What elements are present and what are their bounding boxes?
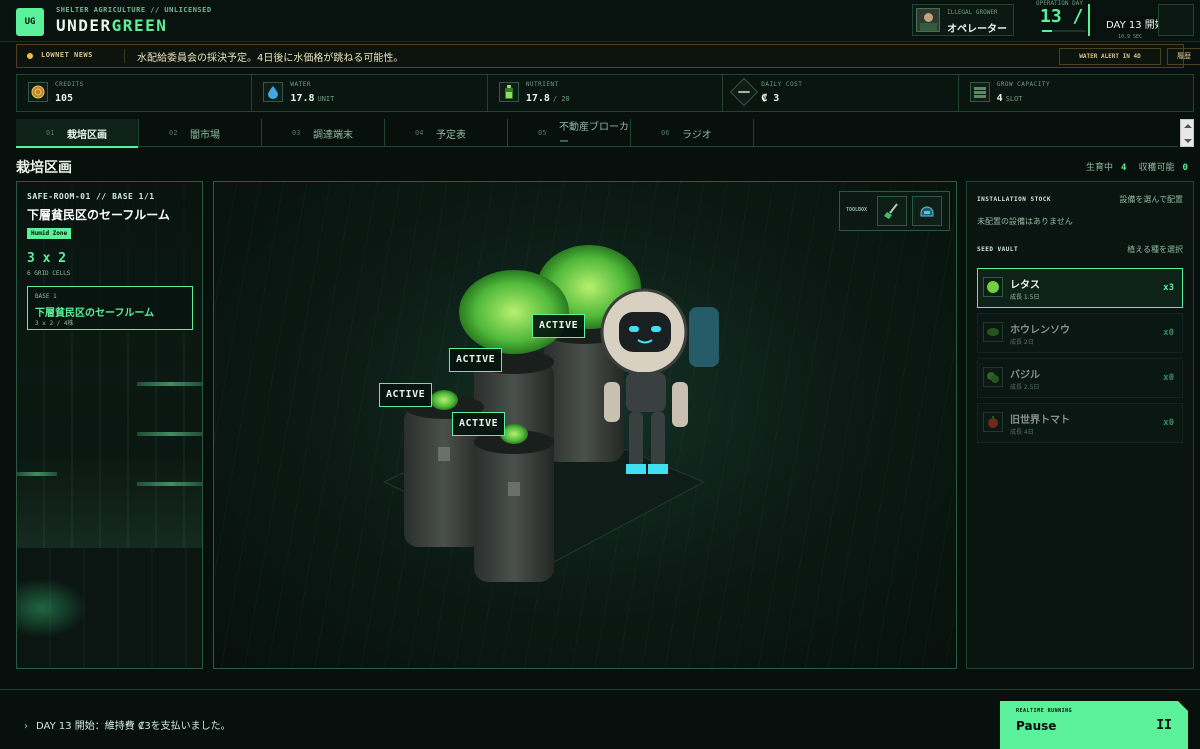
water-value: 17.8 UNIT xyxy=(290,93,335,104)
pod-status-chip: ACTIVE xyxy=(532,314,586,338)
brand-part-b: GREEN xyxy=(111,16,168,35)
pause-icon: II xyxy=(1156,718,1172,733)
run-mode-label: REALTIME RUNNING xyxy=(1016,708,1073,714)
credits-value: 105 xyxy=(55,93,74,104)
room-name: 下層貧民区のセーフルーム xyxy=(27,208,170,222)
inventory-panel: INSTALLATION STOCK 設備を選んで配置 未配置の設備はありません… xyxy=(966,181,1194,669)
brand-part-a: UNDER xyxy=(56,16,112,35)
resource-water: WATER 17.8 UNIT xyxy=(252,75,488,111)
tab-procurement[interactable]: 03 調達端末 xyxy=(262,119,385,147)
cost-tag-icon xyxy=(730,77,759,107)
operation-day-number: 13 / xyxy=(1040,6,1084,27)
app-subtitle: SHELTER AGRICULTURE // UNLICENSED xyxy=(56,6,212,14)
room-cells: 6 GRID CELLS xyxy=(27,270,71,277)
base-info: 3 x 2 / 4株 xyxy=(35,320,74,327)
room-caption: SAFE-ROOM-01 // BASE 1/1 xyxy=(27,192,155,201)
log-arrow-icon: › xyxy=(24,721,28,732)
app-title: UNDERGREEN xyxy=(56,16,167,35)
basil-icon xyxy=(983,367,1003,387)
pod-status-chip: ACTIVE xyxy=(379,383,433,407)
tab-real-estate[interactable]: 05 不動産ブローカー xyxy=(508,119,631,148)
toolbox-label: TOOLBOX xyxy=(846,207,868,213)
tab-schedule[interactable]: 04 予定表 xyxy=(385,119,508,147)
resource-daily-cost: DAILY COST ₡ 3 xyxy=(723,75,959,111)
grow-scene: TOOLBOX ACTIVE ACTIVE ACTIVE ACTIVE xyxy=(213,181,957,669)
main-tabs: 01 栽培区画 02 闇市場 03 調達端末 04 予定表 05 不動産ブローカー 06 ラ… xyxy=(16,119,1178,148)
zone-badge: Humid Zone xyxy=(27,228,72,239)
pause-label: Pause xyxy=(1016,719,1057,733)
grow-pod-front-right[interactable] xyxy=(474,424,554,582)
nutrient-bottle-icon xyxy=(498,82,519,102)
resource-nutrient: NUTRIENT 17.8/ 20 xyxy=(488,75,724,111)
tomato-icon xyxy=(983,412,1003,432)
app-header: UG SHELTER AGRICULTURE // UNLICENSED UND… xyxy=(0,0,1200,42)
seed-vault-hint: 植える種を選択 xyxy=(1127,245,1183,254)
harvestable-count: 0 xyxy=(1182,163,1188,173)
operator-avatar xyxy=(916,8,940,32)
log-message: DAY 13 開始：維持費 ₡3を支払いました。 xyxy=(36,721,231,732)
app-logo: UG xyxy=(16,8,44,36)
toolbox: TOOLBOX xyxy=(839,191,950,231)
news-text: 水配給委員会の採決予定。4日後に水価格が跳ねる可能性。 xyxy=(137,53,404,64)
resource-grow-capacity: GROW CAPACITY 4 SLOT xyxy=(959,75,1193,111)
operator-role: ILLEGAL GROWER xyxy=(947,9,998,16)
news-history-button[interactable]: 履歴 xyxy=(1167,48,1200,65)
operator-name: オペレーター xyxy=(947,24,1007,35)
news-label: LOWNET NEWS xyxy=(41,51,93,59)
event-log: › DAY 13 開始：維持費 ₡3を支払いました。 xyxy=(24,717,231,732)
spinach-icon xyxy=(983,322,1003,342)
status-bar: › DAY 13 開始：維持費 ₡3を支払いました。 REALTIME RUNNI… xyxy=(0,689,1200,749)
seed-item-tomato[interactable]: 旧世界トマト 成長 4日 x0 xyxy=(977,403,1183,443)
seed-item-spinach[interactable]: ホウレンソウ 成長 2日 x0 xyxy=(977,313,1183,353)
base-card[interactable]: BASE 1 下層貧民区のセーフルーム 3 x 2 / 4株 xyxy=(27,286,193,330)
header-menu-button[interactable] xyxy=(1158,4,1194,36)
grow-capacity-value: 4 SLOT xyxy=(996,93,1023,104)
news-ticker: LOWNET NEWS 水配給委員会の採決予定。4日後に水価格が跳ねる可能性。 … xyxy=(16,44,1200,68)
seed-item-lettuce[interactable]: レタス 成長 1.5日 x3 xyxy=(977,268,1183,308)
tab-scrollbar[interactable] xyxy=(1180,119,1194,147)
broom-tool-button[interactable] xyxy=(877,196,907,226)
day-progress-bar xyxy=(1042,30,1086,32)
operator-card[interactable]: ILLEGAL GROWER オペレーター xyxy=(912,4,1014,36)
grow-counts: 生育中 4 収穫可能 0 xyxy=(1086,163,1188,173)
base-name: 下層貧民区のセーフルーム xyxy=(35,308,155,319)
resource-credits: CREDITS 105 xyxy=(17,75,253,111)
day-timer: 10.9 SEC xyxy=(1118,34,1143,40)
room-panel: SAFE-ROOM-01 // BASE 1/1 下層貧民区のセーフルーム Hu… xyxy=(16,181,203,669)
grow-pods-illustration xyxy=(382,245,719,582)
news-dot-icon xyxy=(27,53,33,59)
tab-black-market[interactable]: 02 闇市場 xyxy=(139,119,262,147)
seed-item-basil[interactable]: バジル 成長 2.5日 x0 xyxy=(977,358,1183,398)
nutrient-value: 17.8/ 20 xyxy=(525,93,570,104)
resource-bar: CREDITS 105 WATER 17.8 UNIT NUTRIENT 17.8… xyxy=(16,74,1194,112)
seed-vault-title: SEED VAULT xyxy=(977,246,1019,253)
pause-button[interactable]: REALTIME RUNNING Pause II xyxy=(1000,701,1188,749)
water-alert-badge[interactable]: WATER ALERT IN 4D xyxy=(1059,48,1161,65)
installation-stock-hint: 設備を選んで配置 xyxy=(1119,195,1183,204)
helmet-tool-button[interactable] xyxy=(912,196,942,226)
tab-radio[interactable]: 06 ラジオ xyxy=(631,119,754,147)
pod-status-chip: ACTIVE xyxy=(452,412,506,436)
page-title: 栽培区画 xyxy=(16,160,72,176)
installation-stock-title: INSTALLATION STOCK xyxy=(977,196,1052,203)
tab-grow-area[interactable]: 01 栽培区画 xyxy=(16,119,139,148)
day-divider xyxy=(1088,4,1090,36)
room-size: 3 x 2 xyxy=(27,251,67,266)
installation-stock-empty: 未配置の設備はありません xyxy=(977,217,1073,226)
pod-status-chip: ACTIVE xyxy=(449,348,503,372)
coin-icon xyxy=(28,82,48,102)
daily-cost-value: ₡ 3 xyxy=(761,93,780,104)
growing-count: 4 xyxy=(1121,163,1127,173)
water-drop-icon xyxy=(263,82,284,102)
lettuce-icon xyxy=(983,277,1003,297)
capacity-icon xyxy=(969,82,990,102)
